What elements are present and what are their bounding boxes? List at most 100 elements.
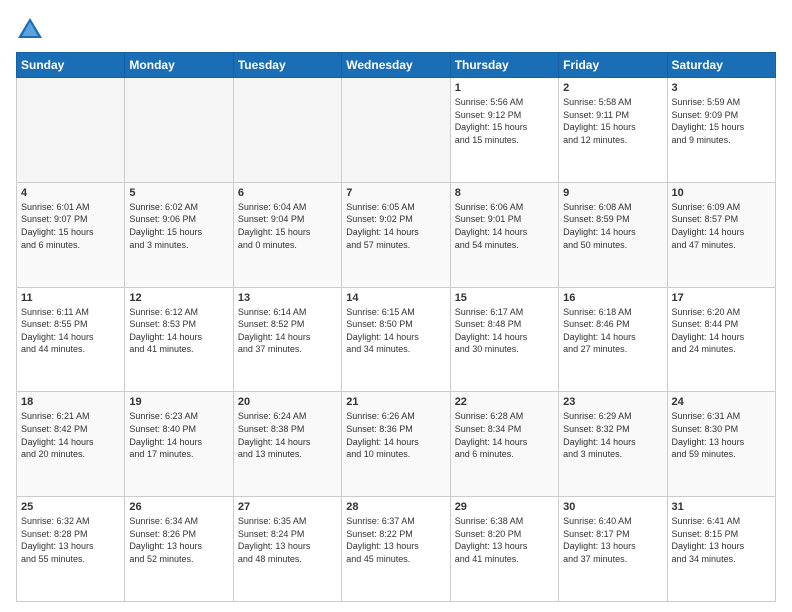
day-info: Sunrise: 6:35 AM Sunset: 8:24 PM Dayligh…: [238, 515, 337, 565]
day-info: Sunrise: 6:24 AM Sunset: 8:38 PM Dayligh…: [238, 410, 337, 460]
weekday-header-friday: Friday: [559, 53, 667, 78]
calendar-cell: 6Sunrise: 6:04 AM Sunset: 9:04 PM Daylig…: [233, 182, 341, 287]
calendar-cell: 25 Sunrise: 6:32 AM Sunset: 8:28 PM Dayli…: [17, 497, 125, 602]
calendar-cell: 31 Sunrise: 6:41 AM Sunset: 8:15 PM Dayli…: [667, 497, 775, 602]
day-number: 31: [672, 501, 771, 513]
calendar-cell: 20 Sunrise: 6:24 AM Sunset: 8:38 PM Dayli…: [233, 392, 341, 497]
day-number: 2: [563, 82, 662, 94]
calendar-cell: 30Sunrise: 6:40 AM Sunset: 8:17 PM Dayli…: [559, 497, 667, 602]
calendar-cell: 22 Sunrise: 6:28 AM Sunset: 8:34 PM Dayli…: [450, 392, 558, 497]
day-number: 17: [672, 292, 771, 304]
day-number: 10: [672, 187, 771, 199]
week-row-5: 25 Sunrise: 6:32 AM Sunset: 8:28 PM Dayli…: [17, 497, 776, 602]
day-number: 8: [455, 187, 554, 199]
header: [16, 16, 776, 44]
day-number: 5: [129, 187, 228, 199]
weekday-header-monday: Monday: [125, 53, 233, 78]
day-number: 28: [346, 501, 445, 513]
day-number: 21: [346, 396, 445, 408]
day-info: Sunrise: 5:59 AM Sunset: 9:09 PM Dayligh…: [672, 96, 771, 146]
day-info: Sunrise: 6:34 AM Sunset: 8:26 PM Dayligh…: [129, 515, 228, 565]
day-number: 19: [129, 396, 228, 408]
day-info: Sunrise: 5:56 AM Sunset: 9:12 PM Dayligh…: [455, 96, 554, 146]
logo: [16, 16, 48, 44]
calendar-cell: 7 Sunrise: 6:05 AM Sunset: 9:02 PM Daylig…: [342, 182, 450, 287]
calendar-cell: 21 Sunrise: 6:26 AM Sunset: 8:36 PM Dayli…: [342, 392, 450, 497]
calendar-cell: 27 Sunrise: 6:35 AM Sunset: 8:24 PM Dayli…: [233, 497, 341, 602]
day-number: 13: [238, 292, 337, 304]
calendar-cell: [342, 78, 450, 183]
day-info: Sunrise: 6:23 AM Sunset: 8:40 PM Dayligh…: [129, 410, 228, 460]
day-info: Sunrise: 5:58 AM Sunset: 9:11 PM Dayligh…: [563, 96, 662, 146]
day-info: Sunrise: 6:32 AM Sunset: 8:28 PM Dayligh…: [21, 515, 120, 565]
calendar-cell: 5 Sunrise: 6:02 AM Sunset: 9:06 PM Daylig…: [125, 182, 233, 287]
day-info: Sunrise: 6:11 AM Sunset: 8:55 PM Dayligh…: [21, 306, 120, 356]
day-info: Sunrise: 6:26 AM Sunset: 8:36 PM Dayligh…: [346, 410, 445, 460]
week-row-4: 18Sunrise: 6:21 AM Sunset: 8:42 PM Dayli…: [17, 392, 776, 497]
day-number: 23: [563, 396, 662, 408]
day-number: 4: [21, 187, 120, 199]
day-number: 26: [129, 501, 228, 513]
day-number: 3: [672, 82, 771, 94]
calendar-cell: 1 Sunrise: 5:56 AM Sunset: 9:12 PM Daylig…: [450, 78, 558, 183]
calendar-cell: 9 Sunrise: 6:08 AM Sunset: 8:59 PM Daylig…: [559, 182, 667, 287]
calendar-cell: 18Sunrise: 6:21 AM Sunset: 8:42 PM Dayli…: [17, 392, 125, 497]
day-number: 11: [21, 292, 120, 304]
day-info: Sunrise: 6:18 AM Sunset: 8:46 PM Dayligh…: [563, 306, 662, 356]
day-number: 29: [455, 501, 554, 513]
day-number: 6: [238, 187, 337, 199]
day-number: 20: [238, 396, 337, 408]
calendar-cell: [17, 78, 125, 183]
calendar-cell: [125, 78, 233, 183]
calendar-cell: 29 Sunrise: 6:38 AM Sunset: 8:20 PM Dayli…: [450, 497, 558, 602]
day-number: 7: [346, 187, 445, 199]
calendar-cell: 15Sunrise: 6:17 AM Sunset: 8:48 PM Dayli…: [450, 287, 558, 392]
day-number: 9: [563, 187, 662, 199]
weekday-header-sunday: Sunday: [17, 53, 125, 78]
calendar-cell: 16 Sunrise: 6:18 AM Sunset: 8:46 PM Dayli…: [559, 287, 667, 392]
calendar-cell: 28Sunrise: 6:37 AM Sunset: 8:22 PM Dayli…: [342, 497, 450, 602]
calendar-cell: 11 Sunrise: 6:11 AM Sunset: 8:55 PM Dayli…: [17, 287, 125, 392]
day-info: Sunrise: 6:08 AM Sunset: 8:59 PM Dayligh…: [563, 201, 662, 251]
week-row-3: 11 Sunrise: 6:11 AM Sunset: 8:55 PM Dayli…: [17, 287, 776, 392]
calendar-cell: 23Sunrise: 6:29 AM Sunset: 8:32 PM Dayli…: [559, 392, 667, 497]
day-info: Sunrise: 6:12 AM Sunset: 8:53 PM Dayligh…: [129, 306, 228, 356]
day-info: Sunrise: 6:28 AM Sunset: 8:34 PM Dayligh…: [455, 410, 554, 460]
calendar-cell: 2 Sunrise: 5:58 AM Sunset: 9:11 PM Daylig…: [559, 78, 667, 183]
calendar-cell: 10 Sunrise: 6:09 AM Sunset: 8:57 PM Dayli…: [667, 182, 775, 287]
day-info: Sunrise: 6:14 AM Sunset: 8:52 PM Dayligh…: [238, 306, 337, 356]
calendar-cell: [233, 78, 341, 183]
weekday-header-tuesday: Tuesday: [233, 53, 341, 78]
day-info: Sunrise: 6:06 AM Sunset: 9:01 PM Dayligh…: [455, 201, 554, 251]
day-number: 24: [672, 396, 771, 408]
day-number: 1: [455, 82, 554, 94]
calendar-cell: 4Sunrise: 6:01 AM Sunset: 9:07 PM Daylig…: [17, 182, 125, 287]
day-info: Sunrise: 6:02 AM Sunset: 9:06 PM Dayligh…: [129, 201, 228, 251]
weekday-header-row: SundayMondayTuesdayWednesdayThursdayFrid…: [17, 53, 776, 78]
day-info: Sunrise: 6:17 AM Sunset: 8:48 PM Dayligh…: [455, 306, 554, 356]
calendar-cell: 17Sunrise: 6:20 AM Sunset: 8:44 PM Dayli…: [667, 287, 775, 392]
day-number: 22: [455, 396, 554, 408]
calendar-cell: 8 Sunrise: 6:06 AM Sunset: 9:01 PM Daylig…: [450, 182, 558, 287]
week-row-2: 4Sunrise: 6:01 AM Sunset: 9:07 PM Daylig…: [17, 182, 776, 287]
day-number: 27: [238, 501, 337, 513]
logo-icon: [16, 16, 44, 44]
day-info: Sunrise: 6:05 AM Sunset: 9:02 PM Dayligh…: [346, 201, 445, 251]
weekday-header-wednesday: Wednesday: [342, 53, 450, 78]
day-info: Sunrise: 6:09 AM Sunset: 8:57 PM Dayligh…: [672, 201, 771, 251]
calendar-cell: 26 Sunrise: 6:34 AM Sunset: 8:26 PM Dayli…: [125, 497, 233, 602]
calendar-cell: 24 Sunrise: 6:31 AM Sunset: 8:30 PM Dayli…: [667, 392, 775, 497]
day-info: Sunrise: 6:38 AM Sunset: 8:20 PM Dayligh…: [455, 515, 554, 565]
day-number: 25: [21, 501, 120, 513]
day-number: 18: [21, 396, 120, 408]
day-info: Sunrise: 6:31 AM Sunset: 8:30 PM Dayligh…: [672, 410, 771, 460]
day-info: Sunrise: 6:40 AM Sunset: 8:17 PM Dayligh…: [563, 515, 662, 565]
week-row-1: 1 Sunrise: 5:56 AM Sunset: 9:12 PM Daylig…: [17, 78, 776, 183]
day-number: 16: [563, 292, 662, 304]
calendar-cell: 12Sunrise: 6:12 AM Sunset: 8:53 PM Dayli…: [125, 287, 233, 392]
weekday-header-saturday: Saturday: [667, 53, 775, 78]
calendar-table: SundayMondayTuesdayWednesdayThursdayFrid…: [16, 52, 776, 602]
calendar-cell: 13 Sunrise: 6:14 AM Sunset: 8:52 PM Dayli…: [233, 287, 341, 392]
day-info: Sunrise: 6:41 AM Sunset: 8:15 PM Dayligh…: [672, 515, 771, 565]
weekday-header-thursday: Thursday: [450, 53, 558, 78]
